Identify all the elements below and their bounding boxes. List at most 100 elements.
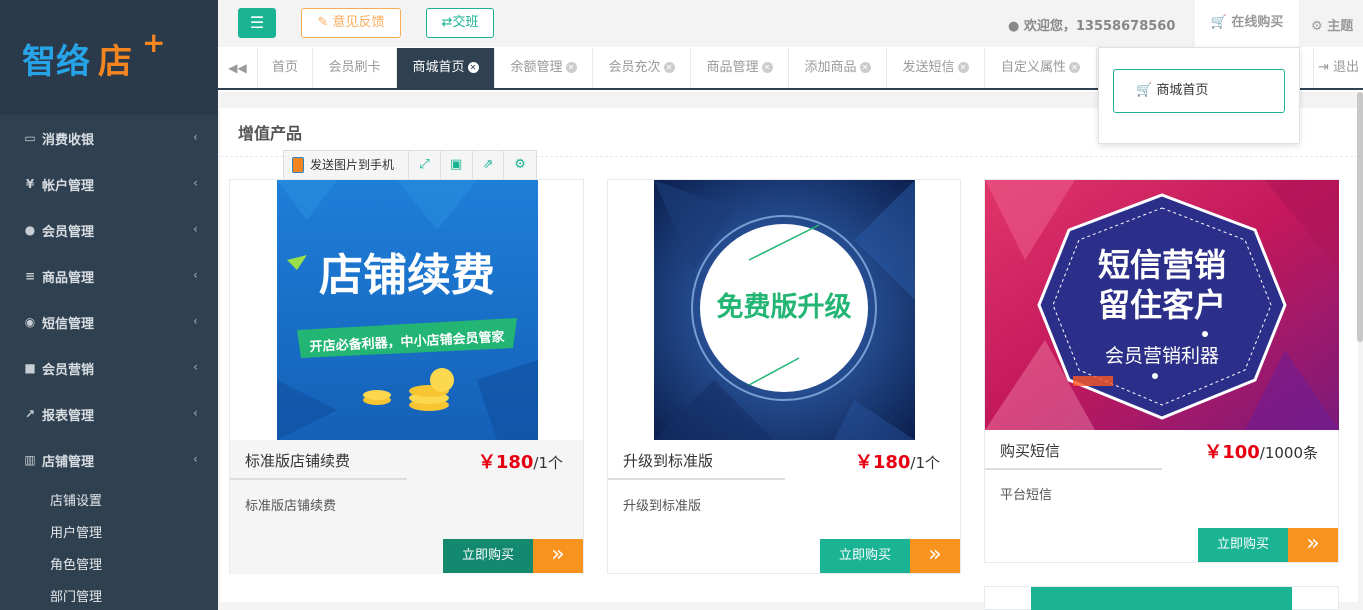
double-right-icon[interactable]: »	[1288, 528, 1338, 562]
tab-label: 余额管理	[510, 60, 563, 75]
product-description: 升级到标准版	[623, 499, 702, 514]
briefcase-icon: ■	[24, 361, 36, 375]
divider	[985, 468, 1162, 470]
tab-member-recharge[interactable]: 会员充次 ✕	[593, 48, 691, 88]
theme-label: 主题	[1327, 19, 1354, 34]
tab-label: 会员充次	[608, 60, 661, 75]
product-name-row: 标准版店铺续费 ￥180/1个	[230, 440, 583, 480]
send-label: 发送图片到手机	[310, 158, 395, 172]
tab-mall-home[interactable]: 商城首页 ✕	[397, 48, 495, 88]
save-icon[interactable]: ▣	[441, 151, 473, 179]
submenu-store-settings[interactable]: 店铺设置	[0, 483, 218, 515]
sidebar-item-label: 会员管理	[42, 224, 95, 240]
tab-send-sms[interactable]: 发送短信 ✕	[887, 48, 985, 88]
sidebar-item-label: 会员营销	[42, 362, 95, 378]
submenu-label: 用户管理	[50, 525, 103, 541]
tab-label: 商城首页	[412, 60, 465, 75]
sidebar: 智络 店 + ▭ 消费收银 ‹ ¥ 帐户管理 ‹ ● 会员管理 ‹ ≡ 商品管理…	[0, 0, 218, 610]
dropdown-item-mall-home[interactable]: 🛒 商城首页	[1113, 69, 1285, 113]
double-right-icon[interactable]: »	[533, 539, 583, 573]
sidebar-item-reports[interactable]: ↗ 报表管理 ‹	[0, 391, 218, 437]
logout-button[interactable]: ⇥ 退出	[1313, 48, 1363, 88]
bank-icon: ▥	[24, 453, 36, 467]
scrollbar[interactable]	[1357, 92, 1363, 342]
product-name: 标准版店铺续费	[245, 452, 351, 470]
sidebar-item-marketing[interactable]: ■ 会员营销 ‹	[0, 345, 218, 391]
sidebar-item-sms[interactable]: ◉ 短信管理 ‹	[0, 299, 218, 345]
expand-icon[interactable]: ⤢	[409, 151, 441, 179]
theme-button[interactable]: ⚙ 主题	[1311, 15, 1353, 34]
settings-icon[interactable]: ⚙	[504, 151, 536, 179]
product-price: ￥180/1个	[855, 448, 940, 474]
shift-handover-button[interactable]: ⇄交班	[426, 8, 494, 38]
tab-balance[interactable]: 余额管理 ✕	[495, 48, 593, 88]
buy-now-button[interactable]: 立即购买	[443, 539, 533, 573]
currency: ￥	[1204, 442, 1223, 463]
close-icon[interactable]: ✕	[859, 62, 871, 73]
price-amount: 180	[495, 452, 534, 473]
gear-icon: ⚙	[1311, 19, 1323, 34]
tab-home[interactable]: 首页	[258, 48, 313, 88]
menu-toggle-button[interactable]: ☰	[238, 8, 276, 38]
close-icon[interactable]: ✕	[565, 62, 577, 73]
close-icon[interactable]: ✕	[467, 62, 479, 73]
product-card-partial	[984, 586, 1339, 610]
product-image: 店铺续费 开店必备利器，中小店铺会员管家	[277, 180, 538, 440]
close-icon[interactable]: ✕	[663, 62, 675, 73]
svg-text:智络: 智络	[22, 42, 90, 82]
double-right-icon[interactable]: »	[910, 539, 960, 573]
image-title: 免费版升级	[717, 291, 852, 323]
feedback-button[interactable]: ✎ 意见反馈	[301, 8, 401, 38]
card-icon: ▭	[24, 131, 36, 145]
tab-label: 会员刷卡	[328, 60, 381, 75]
yen-icon: ¥	[25, 177, 35, 191]
cart-icon: 🛒	[1210, 15, 1227, 30]
topbar: ☰ ✎ 意见反馈 ⇄交班 ● 欢迎您，13558678560 🛒 在线购买 ⚙ …	[218, 0, 1363, 47]
close-icon[interactable]: ✕	[1069, 62, 1080, 73]
close-icon[interactable]: ✕	[761, 62, 773, 73]
logo: 智络 店 +	[0, 0, 218, 115]
product-description: 平台短信	[1000, 488, 1053, 503]
product-name-row: 升级到标准版 ￥180/1个	[608, 440, 960, 480]
shift-label: 交班	[452, 15, 479, 30]
sidebar-item-label: 商品管理	[42, 270, 95, 286]
divider	[608, 478, 785, 480]
buy-now-button[interactable]: 立即购买	[820, 539, 910, 573]
product-description: 标准版店铺续费	[245, 499, 337, 514]
product-name: 升级到标准版	[623, 452, 714, 470]
close-icon[interactable]: ✕	[957, 62, 969, 73]
product-card: 免费版升级 升级到标准版 ￥180/1个 升级到标准版 立即购买 »	[607, 179, 961, 574]
price-unit: /1个	[910, 454, 940, 472]
submenu-label: 部门管理	[50, 589, 103, 605]
submenu-roles[interactable]: 角色管理	[0, 547, 218, 579]
share-icon[interactable]: ⇗	[473, 151, 505, 179]
tab-label: 添加商品	[804, 60, 857, 75]
tab-scroll-left-button[interactable]: ◀◀	[218, 48, 258, 88]
sidebar-item-account[interactable]: ¥ 帐户管理 ‹	[0, 161, 218, 207]
svg-text:店: 店	[98, 42, 132, 82]
chevron-left-icon: ‹	[193, 360, 198, 374]
image-toolbar: 发送图片到手机 ⤢ ▣ ⇗ ⚙	[283, 150, 537, 180]
logout-icon: ⇥	[1317, 60, 1329, 75]
phone-icon	[292, 157, 304, 173]
submenu-users[interactable]: 用户管理	[0, 515, 218, 547]
tab-custom-attr[interactable]: 自定义属性 ✕	[985, 48, 1097, 88]
send-to-phone-button[interactable]: 发送图片到手机	[284, 151, 410, 179]
sidebar-item-store[interactable]: ▥ 店铺管理 ‹	[0, 437, 218, 483]
tab-add-product[interactable]: 添加商品 ✕	[789, 48, 887, 88]
sidebar-item-members[interactable]: ● 会员管理 ‹	[0, 207, 218, 253]
sidebar-item-cashier[interactable]: ▭ 消费收银 ‹	[0, 115, 218, 161]
product-price: ￥180/1个	[478, 448, 563, 474]
tab-member-card[interactable]: 会员刷卡	[313, 48, 397, 88]
buy-now-button[interactable]: 立即购买	[1198, 528, 1288, 562]
product-image: 免费版升级	[654, 180, 915, 440]
price-unit: /1个	[533, 454, 563, 472]
price-amount: 100	[1222, 442, 1260, 463]
tab-product-manage[interactable]: 商品管理 ✕	[691, 48, 789, 88]
sidebar-item-products[interactable]: ≡ 商品管理 ‹	[0, 253, 218, 299]
online-buy-button[interactable]: 🛒 在线购买	[1195, 0, 1299, 47]
product-image	[1031, 587, 1292, 610]
submenu-departments[interactable]: 部门管理	[0, 579, 218, 610]
cart-icon: 🛒	[1136, 83, 1153, 98]
database-icon: ≡	[24, 269, 36, 283]
